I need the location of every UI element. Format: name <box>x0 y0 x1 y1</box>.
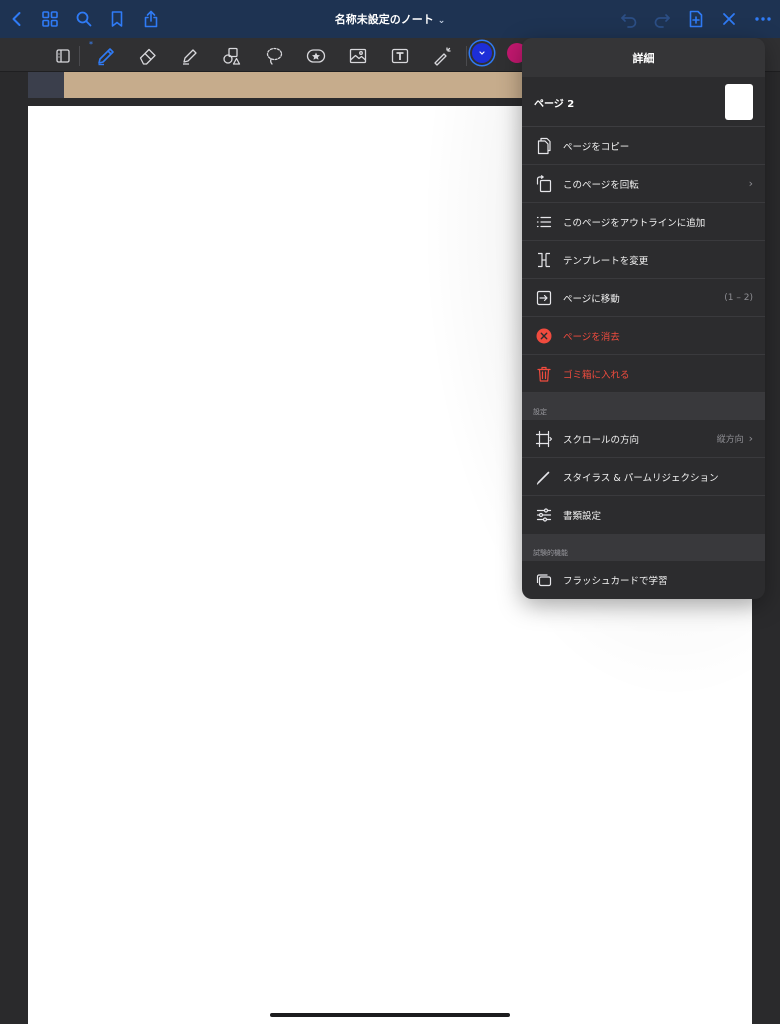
add-page-button[interactable] <box>683 6 709 32</box>
current-page-row: ページ 2 <box>522 77 765 127</box>
sticker-icon <box>306 49 326 63</box>
go-to-page-icon <box>533 287 555 309</box>
highlighter-icon <box>183 49 197 65</box>
document-settings-label: 書類設定 <box>563 511 602 522</box>
eraser-icon <box>139 48 156 65</box>
scroll-direction-value: 縦方向 <box>716 435 744 445</box>
add-to-outline-row[interactable]: このページをアウトラインに追加 <box>522 203 765 241</box>
more-icon <box>755 17 771 21</box>
details-popover: 詳細 ページ 2 ページをコピー このページを回転 › このページをアウトライン… <box>522 38 765 599</box>
eraser-tool-button[interactable] <box>135 43 161 69</box>
lasso-tool-button[interactable] <box>261 43 287 69</box>
clear-page-row[interactable]: ページを消去 <box>522 317 765 355</box>
undo-button[interactable] <box>616 6 642 32</box>
rotate-page-icon <box>533 173 555 195</box>
redo-button[interactable] <box>649 6 675 32</box>
flashcard-study-label: フラッシュカードで学習 <box>563 576 668 587</box>
navigation-bar: 名称未設定のノート ⌄ <box>0 0 780 38</box>
document-title-text: 名称未設定のノート <box>334 13 434 26</box>
stylus-palm-rejection-row[interactable]: スタイラス & パームリジェクション <box>522 458 765 496</box>
template-icon <box>533 249 555 271</box>
image-tool-button[interactable] <box>345 43 371 69</box>
scroll-direction-label: スクロールの方向 <box>563 434 640 446</box>
current-page-label: ページ 2 <box>534 99 575 110</box>
page-toggle-icon <box>56 49 70 63</box>
toolbar-divider <box>79 46 80 66</box>
move-to-trash-row[interactable]: ゴミ箱に入れる <box>522 355 765 393</box>
page-toggle-button[interactable] <box>50 43 76 69</box>
chevron-down-icon <box>479 51 485 55</box>
move-to-trash-label: ゴミ箱に入れる <box>563 369 630 381</box>
document-settings-icon <box>533 504 555 526</box>
add-to-outline-label: このページをアウトラインに追加 <box>563 217 706 229</box>
more-button[interactable] <box>750 6 776 32</box>
page-thumbnail[interactable] <box>725 84 753 120</box>
page-range: (1 – 2) <box>724 292 753 303</box>
rotate-page-row[interactable]: このページを回転 › <box>522 165 765 203</box>
document-settings-row[interactable]: 書類設定 <box>522 496 765 534</box>
experimental-section-title: 試験的機能 <box>533 549 568 557</box>
add-page-icon <box>689 10 703 28</box>
lasso-icon <box>266 47 283 65</box>
settings-section-header: 設定 <box>522 393 765 420</box>
previous-page-margin <box>28 72 64 98</box>
trash-icon <box>533 363 555 385</box>
bluetooth-indicator: * <box>89 40 93 49</box>
sticker-tool-button[interactable] <box>303 43 329 69</box>
flashcard-icon <box>533 569 555 591</box>
copy-page-label: ページをコピー <box>563 141 630 153</box>
outline-list-icon <box>533 211 555 233</box>
settings-section-title: 設定 <box>533 408 547 416</box>
change-template-row[interactable]: テンプレートを変更 <box>522 241 765 279</box>
home-indicator[interactable] <box>270 1013 510 1017</box>
scroll-direction-icon <box>533 428 555 450</box>
copy-page-row[interactable]: ページをコピー <box>522 127 765 165</box>
chevron-right-icon: › <box>748 177 753 190</box>
change-template-label: テンプレートを変更 <box>563 255 649 267</box>
popover-header: 詳細 <box>522 38 765 77</box>
close-button[interactable] <box>716 6 742 32</box>
go-to-page-label: ページに移動 <box>563 293 620 305</box>
copy-page-icon <box>533 135 555 157</box>
pen-tool-button[interactable] <box>93 43 119 69</box>
chevron-right-icon: › <box>748 432 753 445</box>
scroll-direction-row[interactable]: スクロールの方向 縦方向 › <box>522 420 765 458</box>
laser-pointer-icon <box>434 47 451 66</box>
clear-page-label: ページを消去 <box>563 331 620 343</box>
pen-icon <box>98 48 114 66</box>
chevron-down-icon: ⌄ <box>437 16 446 26</box>
popover-title: 詳細 <box>632 51 655 65</box>
highlighter-tool-button[interactable] <box>177 43 203 69</box>
image-icon <box>349 48 367 64</box>
clear-page-icon <box>533 325 555 347</box>
stylus-palm-rejection-label: スタイラス & パームリジェクション <box>563 472 719 484</box>
flashcard-study-row[interactable]: フラッシュカードで学習 <box>522 561 765 599</box>
textbox-tool-button[interactable] <box>387 43 413 69</box>
go-to-page-row[interactable]: ページに移動 (1 – 2) <box>522 279 765 317</box>
redo-icon <box>654 14 670 28</box>
stylus-icon <box>533 466 555 488</box>
rotate-page-label: このページを回転 <box>563 179 639 191</box>
textbox-icon <box>391 48 409 64</box>
shapes-tool-button[interactable] <box>219 43 245 69</box>
laser-pointer-button[interactable] <box>429 43 455 69</box>
color-swatch-blue[interactable] <box>472 43 492 63</box>
close-icon <box>723 13 735 25</box>
experimental-section-header: 試験的機能 <box>522 534 765 561</box>
undo-icon <box>621 14 637 28</box>
toolbar-divider <box>466 46 467 66</box>
shapes-icon <box>223 47 241 65</box>
